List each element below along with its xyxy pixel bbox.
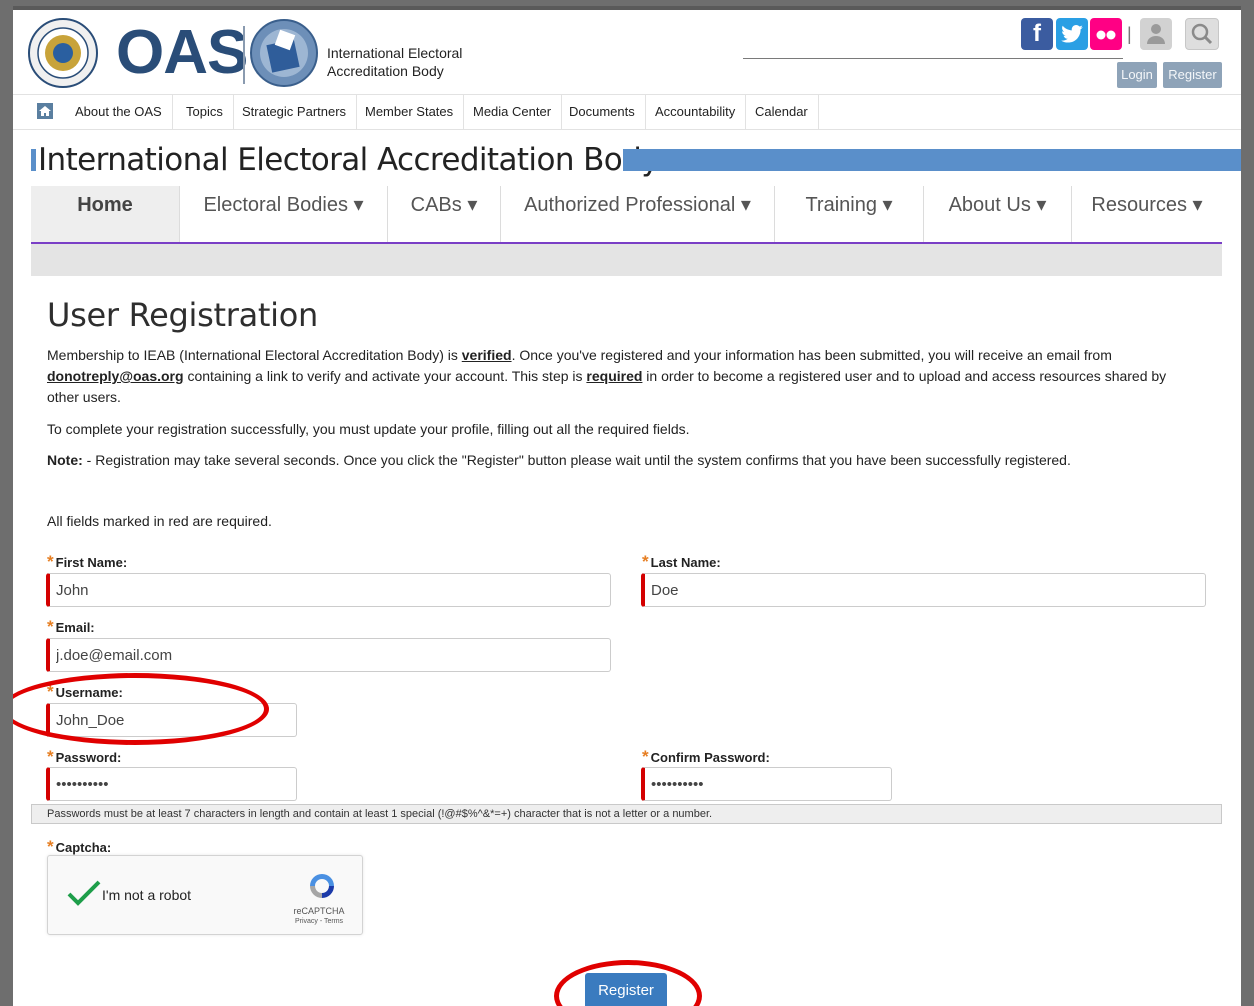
twitter-icon[interactable] (1056, 18, 1088, 50)
mainnav-about-us[interactable]: About Us ▾ (924, 186, 1072, 242)
first-name-label-text: First Name: (55, 555, 128, 570)
topnav-documents[interactable]: Documents (559, 95, 646, 129)
topnav-accountability[interactable]: Accountability (645, 95, 747, 129)
user-icon[interactable] (1140, 18, 1172, 50)
username-input[interactable] (46, 703, 297, 737)
verified-emphasis: verified (461, 347, 512, 363)
facebook-glyph: f (1033, 20, 1041, 47)
home-house-glyph (39, 106, 51, 116)
first-name-label: * First Name: (47, 552, 127, 572)
donotreply-email-link[interactable]: donotreply@oas.org (47, 368, 184, 384)
password-label-text: Password: (55, 750, 122, 765)
mainnav-training[interactable]: Training ▾ (775, 186, 924, 242)
recaptcha-privacy-terms[interactable]: Privacy - Terms (284, 918, 354, 925)
password-input[interactable] (46, 767, 297, 801)
sub-nav-bar (31, 244, 1222, 276)
title-accent-left (31, 149, 36, 171)
required-star-icon: * (47, 617, 54, 636)
twitter-bird-icon (1061, 25, 1083, 43)
confirm-password-input[interactable] (641, 767, 892, 801)
mainnav-home[interactable]: Home (31, 186, 180, 242)
topnav-strategic-partners[interactable]: Strategic Partners (232, 95, 358, 129)
user-silhouette-icon (1147, 24, 1165, 44)
register-submit-button[interactable]: Register (585, 973, 667, 1006)
ballot-globe-icon (250, 19, 318, 87)
first-name-input[interactable] (46, 573, 611, 607)
social-separator: | (1127, 24, 1132, 44)
main-nav: Home Electoral Bodies ▾ CABs ▾ Authorize… (31, 186, 1222, 244)
username-label-text: Username: (55, 685, 123, 700)
note-label: Note: (47, 452, 83, 468)
registration-note: Note: - Registration may take several se… (47, 450, 1197, 471)
facebook-icon[interactable]: f (1021, 18, 1053, 50)
mainnav-cabs[interactable]: CABs ▾ (388, 186, 501, 242)
logo-subtitle-line2: Accreditation Body (327, 63, 444, 79)
required-fields-note: All fields marked in red are required. (47, 513, 272, 529)
recaptcha-checkbox-label: I'm not a robot (102, 887, 192, 903)
logo-divider (243, 26, 245, 84)
oas-wordmark: OAS (116, 18, 248, 87)
site-title-row: International Electoral Accreditation Bo… (31, 142, 1241, 182)
topnav-member-states[interactable]: Member States (355, 95, 465, 129)
topnav-media-center[interactable]: Media Center (463, 95, 563, 129)
topnav-about-the-oas[interactable]: About the OAS (65, 95, 173, 129)
login-button[interactable]: Login (1117, 62, 1157, 88)
last-name-input[interactable] (641, 573, 1206, 607)
captcha-label: * Captcha: (47, 837, 111, 857)
required-emphasis: required (586, 368, 643, 384)
logo-subtitle-line1: International Electoral (327, 45, 463, 61)
title-accent-bar (623, 149, 1241, 171)
flickr-icon[interactable] (1090, 18, 1122, 50)
email-input[interactable] (46, 638, 611, 672)
intro-text-3: containing a link to verify and activate… (183, 368, 587, 384)
oas-seal-icon (28, 18, 98, 88)
required-star-icon: * (47, 747, 54, 766)
home-icon[interactable] (37, 103, 53, 119)
logo-subtitle: International Electoral Accreditation Bo… (327, 44, 462, 80)
required-star-icon: * (47, 552, 54, 571)
checkmark-icon[interactable] (66, 878, 102, 908)
recaptcha-brand: reCAPTCHA (293, 906, 345, 916)
username-label: * Username: (47, 682, 123, 702)
header-register-button[interactable]: Register (1163, 62, 1222, 88)
header-divider (743, 58, 1123, 59)
note-text: - Registration may take several seconds.… (82, 452, 1071, 468)
topnav-topics[interactable]: Topics (176, 95, 234, 129)
intro-paragraph: Membership to IEAB (International Electo… (47, 345, 1197, 408)
intro-text-1: Membership to IEAB (International Electo… (47, 347, 462, 363)
recaptcha-widget[interactable]: I'm not a robot reCAPTCHA Privacy - Term… (47, 855, 363, 935)
magnifier-icon (1191, 23, 1213, 45)
oas-top-nav: About the OAS Topics Strategic Partners … (13, 94, 1241, 130)
email-label-text: Email: (55, 620, 95, 635)
last-name-label: * Last Name: (642, 552, 721, 572)
required-star-icon: * (642, 552, 649, 571)
required-star-icon: * (642, 747, 649, 766)
topnav-calendar[interactable]: Calendar (745, 95, 819, 129)
page: OAS International Electoral Accreditatio… (13, 6, 1241, 1006)
page-title: User Registration (47, 296, 318, 334)
intro-text-2: . Once you've registered and your inform… (511, 347, 1112, 363)
mainnav-electoral-bodies[interactable]: Electoral Bodies ▾ (180, 186, 388, 242)
required-star-icon: * (47, 837, 54, 856)
password-requirements-hint: Passwords must be at least 7 characters … (31, 804, 1222, 824)
mainnav-resources[interactable]: Resources ▾ (1072, 186, 1222, 242)
site-title: International Electoral Accreditation Bo… (38, 142, 660, 178)
recaptcha-logo-icon (310, 874, 334, 898)
captcha-label-text: Captcha: (55, 840, 112, 855)
last-name-label-text: Last Name: (650, 555, 721, 570)
confirm-password-label-text: Confirm Password: (650, 750, 770, 765)
top-border (13, 6, 1241, 10)
mainnav-authorized-professional[interactable]: Authorized Professional ▾ (501, 186, 775, 242)
confirm-password-label: * Confirm Password: (642, 747, 770, 767)
oas-ieab-logo[interactable]: OAS International Electoral Accreditatio… (25, 14, 479, 92)
flickr-dots-icon (1096, 30, 1116, 40)
profile-instructions: To complete your registration successful… (47, 421, 690, 437)
email-label: * Email: (47, 617, 95, 637)
required-star-icon: * (47, 682, 54, 701)
search-icon[interactable] (1185, 18, 1219, 50)
password-label: * Password: (47, 747, 121, 767)
